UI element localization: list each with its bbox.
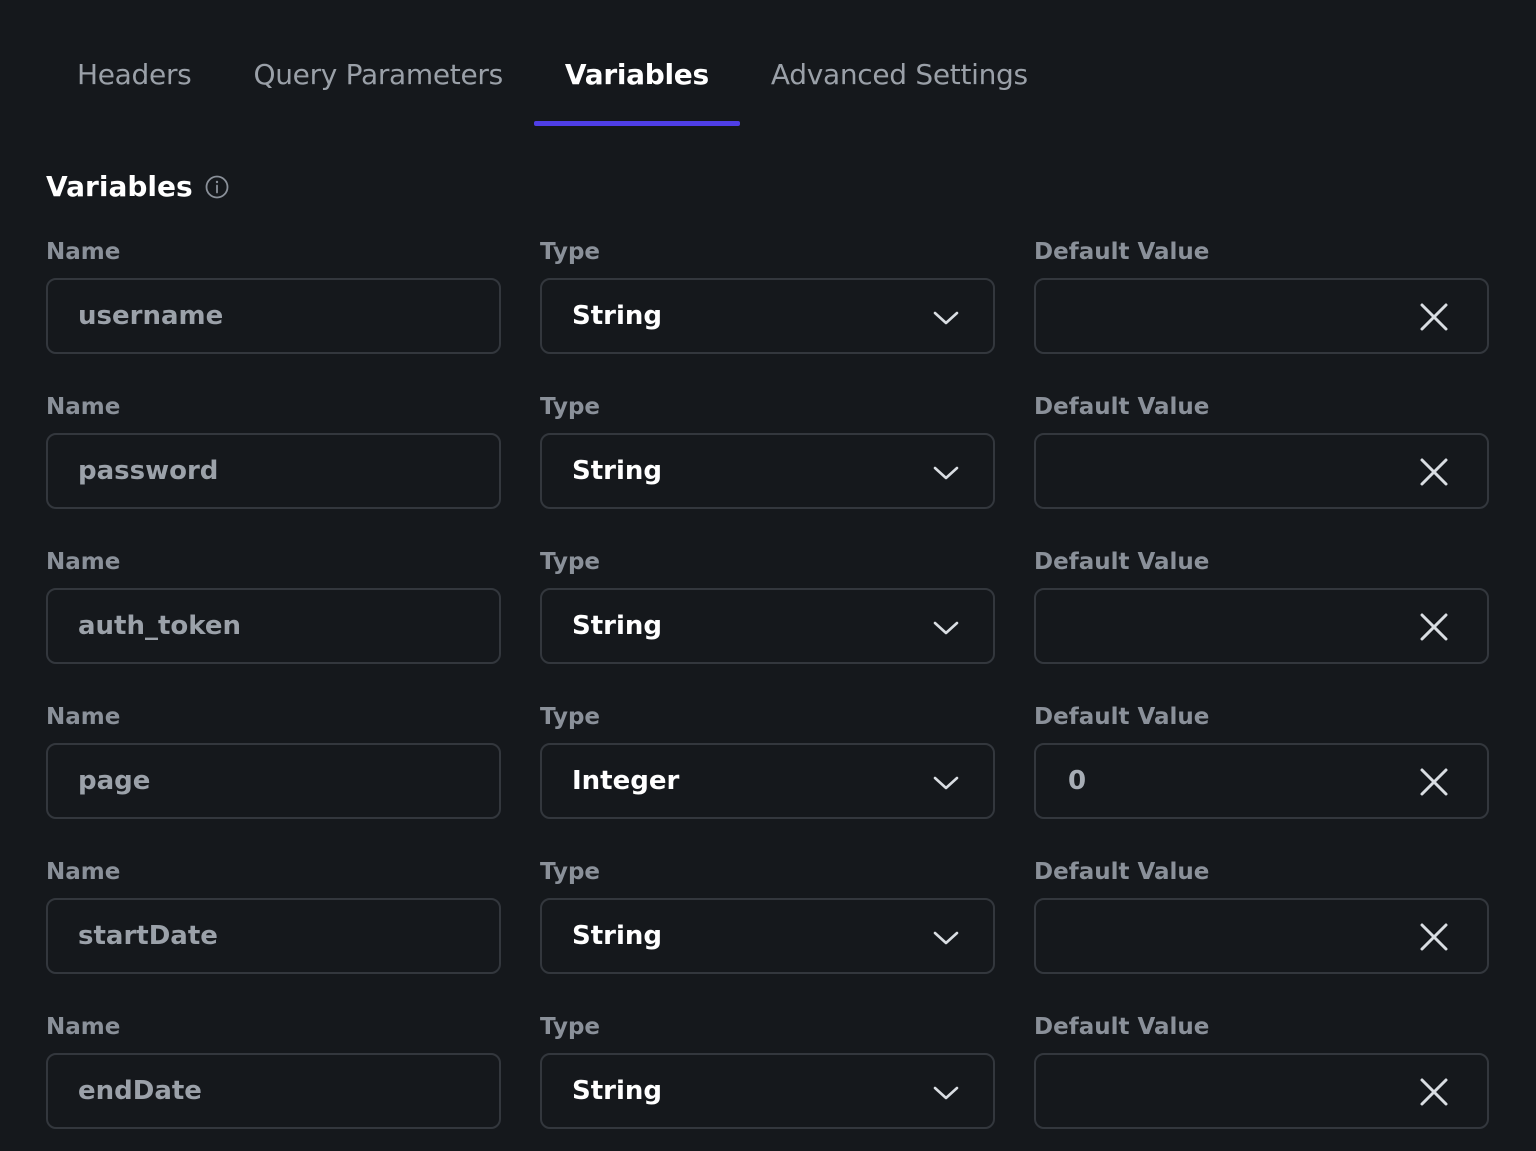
section-title: Variables bbox=[46, 170, 193, 203]
name-column: Name endDate bbox=[46, 1007, 501, 1151]
default-value-label: Default Value bbox=[1034, 549, 1210, 575]
tab-label: Headers bbox=[77, 58, 192, 91]
default-value-column: Default Value bbox=[1034, 1007, 1489, 1151]
variable-row: Name startDate Type String Default Value bbox=[46, 852, 1490, 1007]
tab-label: Query Parameters bbox=[253, 58, 503, 91]
type-column: Type String bbox=[540, 232, 995, 387]
name-label: Name bbox=[46, 549, 121, 575]
type-column: Type String bbox=[540, 852, 995, 1007]
tab-query-parameters[interactable]: Query Parameters bbox=[222, 40, 533, 126]
tab-variables[interactable]: Variables bbox=[533, 40, 740, 126]
type-select[interactable]: String bbox=[540, 898, 995, 974]
name-field[interactable]: startDate bbox=[46, 898, 501, 974]
name-column: Name startDate bbox=[46, 852, 501, 1007]
tab-advanced-settings[interactable]: Advanced Settings bbox=[740, 40, 1059, 126]
default-value-label: Default Value bbox=[1034, 1014, 1210, 1040]
close-icon[interactable] bbox=[1419, 1077, 1449, 1107]
type-select[interactable]: Integer bbox=[540, 743, 995, 819]
default-value-column: Default Value bbox=[1034, 852, 1489, 1007]
default-value-field[interactable]: 0 bbox=[1034, 743, 1489, 819]
default-value-column: Default Value bbox=[1034, 387, 1489, 542]
default-value-column: Default Value bbox=[1034, 232, 1489, 387]
section-heading: Variables bbox=[46, 170, 229, 203]
name-column: Name page bbox=[46, 697, 501, 852]
type-value: Integer bbox=[572, 766, 680, 796]
chevron-down-icon bbox=[933, 466, 959, 480]
name-label: Name bbox=[46, 239, 121, 265]
name-label: Name bbox=[46, 859, 121, 885]
name-value: page bbox=[78, 766, 151, 796]
variables-list: Name username Type String Default Value bbox=[46, 232, 1490, 1151]
tab-label: Variables bbox=[564, 58, 709, 91]
tab-bar: Headers Query Parameters Variables Advan… bbox=[46, 40, 1059, 128]
default-value-column: Default Value 0 bbox=[1034, 697, 1489, 852]
type-column: Type String bbox=[540, 387, 995, 542]
default-value-label: Default Value bbox=[1034, 394, 1210, 420]
chevron-down-icon bbox=[933, 311, 959, 325]
type-label: Type bbox=[540, 704, 601, 730]
chevron-down-icon bbox=[933, 931, 959, 945]
variables-panel: Headers Query Parameters Variables Advan… bbox=[0, 0, 1536, 1151]
name-column: Name auth_token bbox=[46, 542, 501, 697]
default-value-label: Default Value bbox=[1034, 859, 1210, 885]
type-value: String bbox=[572, 1076, 663, 1106]
type-label: Type bbox=[540, 1014, 601, 1040]
name-label: Name bbox=[46, 704, 121, 730]
name-column: Name password bbox=[46, 387, 501, 542]
default-value-field[interactable] bbox=[1034, 588, 1489, 664]
default-value-field[interactable] bbox=[1034, 433, 1489, 509]
chevron-down-icon bbox=[933, 776, 959, 790]
name-label: Name bbox=[46, 394, 121, 420]
default-value-field[interactable] bbox=[1034, 1053, 1489, 1129]
name-value: username bbox=[78, 301, 224, 331]
close-icon[interactable] bbox=[1419, 302, 1449, 332]
close-icon[interactable] bbox=[1419, 767, 1449, 797]
name-value: startDate bbox=[78, 921, 218, 951]
name-field[interactable]: password bbox=[46, 433, 501, 509]
tab-headers[interactable]: Headers bbox=[46, 40, 222, 126]
name-label: Name bbox=[46, 1014, 121, 1040]
type-label: Type bbox=[540, 239, 601, 265]
name-field[interactable]: username bbox=[46, 278, 501, 354]
type-value: String bbox=[572, 301, 663, 331]
default-value-field[interactable] bbox=[1034, 898, 1489, 974]
type-label: Type bbox=[540, 549, 601, 575]
type-column: Type String bbox=[540, 542, 995, 697]
close-icon[interactable] bbox=[1419, 922, 1449, 952]
type-value: String bbox=[572, 611, 663, 641]
chevron-down-icon bbox=[933, 621, 959, 635]
type-column: Type Integer bbox=[540, 697, 995, 852]
close-icon[interactable] bbox=[1419, 457, 1449, 487]
variable-row: Name auth_token Type String Default Valu… bbox=[46, 542, 1490, 697]
variable-row: Name endDate Type String Default Value bbox=[46, 1007, 1490, 1151]
default-value-column: Default Value bbox=[1034, 542, 1489, 697]
type-select[interactable]: String bbox=[540, 278, 995, 354]
variable-row: Name password Type String Default Value bbox=[46, 387, 1490, 542]
default-value-label: Default Value bbox=[1034, 239, 1210, 265]
type-select[interactable]: String bbox=[540, 433, 995, 509]
tab-label: Advanced Settings bbox=[770, 58, 1028, 91]
info-icon[interactable] bbox=[205, 175, 229, 199]
variable-row: Name page Type Integer Default Value 0 bbox=[46, 697, 1490, 852]
name-field[interactable]: endDate bbox=[46, 1053, 501, 1129]
type-select[interactable]: String bbox=[540, 588, 995, 664]
type-column: Type String bbox=[540, 1007, 995, 1151]
name-column: Name username bbox=[46, 232, 501, 387]
variable-row: Name username Type String Default Value bbox=[46, 232, 1490, 387]
name-value: endDate bbox=[78, 1076, 202, 1106]
type-select[interactable]: String bbox=[540, 1053, 995, 1129]
default-value-field[interactable] bbox=[1034, 278, 1489, 354]
default-value-label: Default Value bbox=[1034, 704, 1210, 730]
name-field[interactable]: page bbox=[46, 743, 501, 819]
type-value: String bbox=[572, 456, 663, 486]
chevron-down-icon bbox=[933, 1086, 959, 1100]
name-value: auth_token bbox=[78, 611, 242, 641]
name-value: password bbox=[78, 456, 219, 486]
close-icon[interactable] bbox=[1419, 612, 1449, 642]
name-field[interactable]: auth_token bbox=[46, 588, 501, 664]
type-label: Type bbox=[540, 859, 601, 885]
type-label: Type bbox=[540, 394, 601, 420]
type-value: String bbox=[572, 921, 663, 951]
default-value: 0 bbox=[1068, 766, 1087, 796]
